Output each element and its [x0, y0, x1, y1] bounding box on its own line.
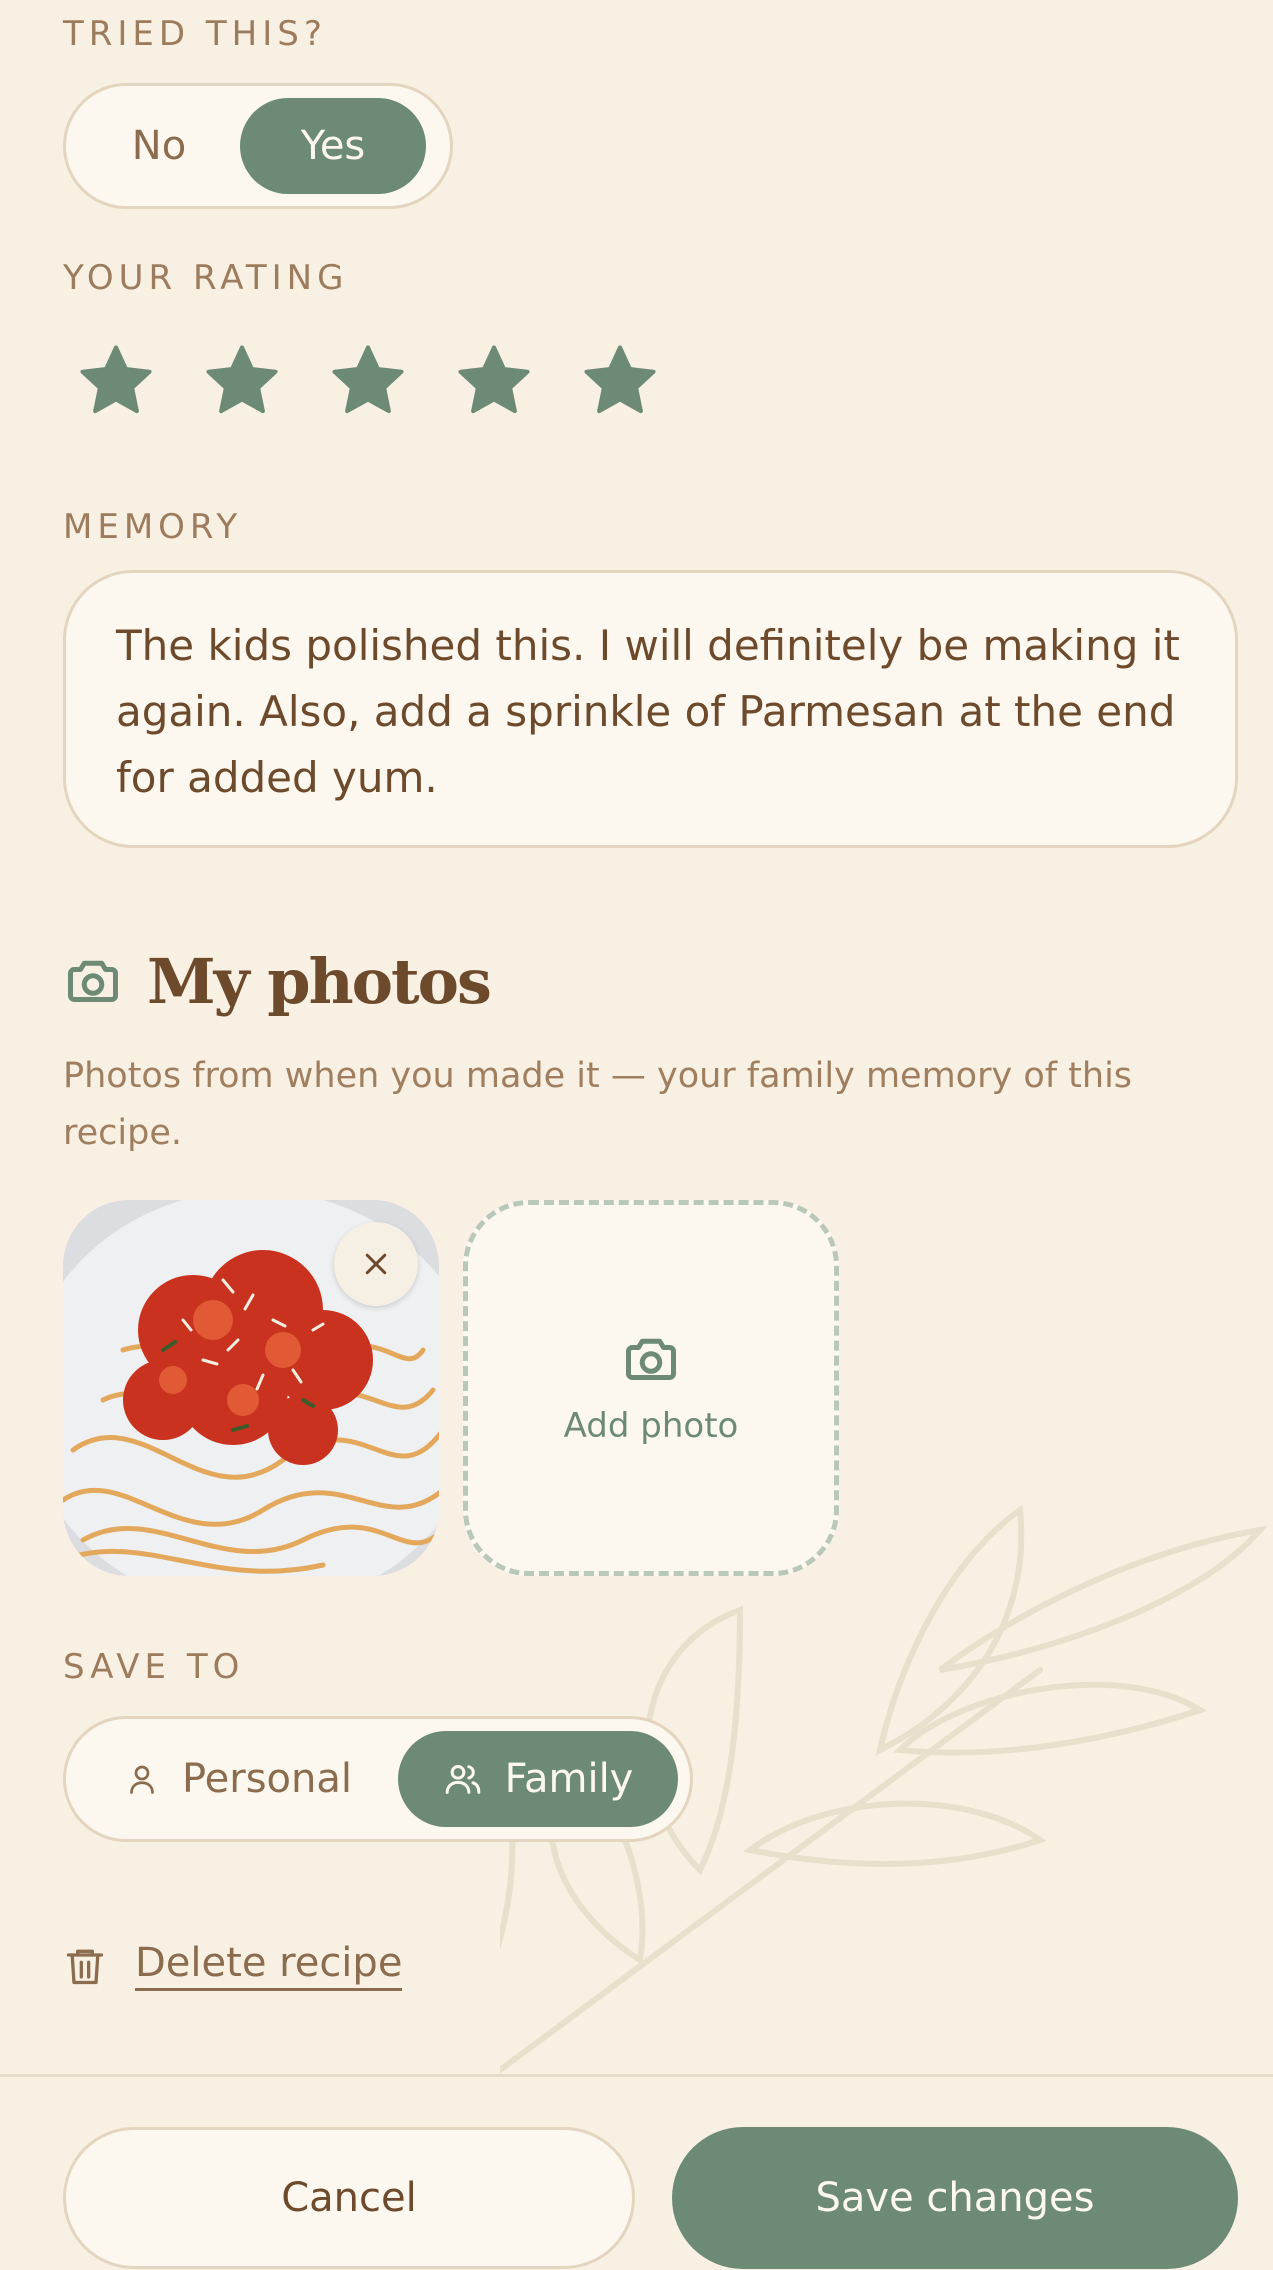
camera-icon — [626, 1338, 676, 1380]
trash-icon — [66, 1949, 104, 1984]
add-photo-button[interactable]: Add photo — [463, 1200, 839, 1576]
tried-label: TRIED THIS? — [63, 14, 327, 54]
save-changes-button[interactable]: Save changes — [672, 2127, 1238, 2269]
add-photo-label: Add photo — [563, 1406, 739, 1446]
rating-label: YOUR RATING — [63, 258, 349, 298]
person-icon — [130, 1765, 154, 1794]
save-to-option-family[interactable]: Family — [398, 1731, 678, 1827]
group-icon — [445, 1765, 480, 1794]
tried-option-no[interactable]: No — [78, 98, 240, 194]
save-to-option-personal[interactable]: Personal — [78, 1731, 398, 1827]
tried-toggle: No Yes — [63, 83, 453, 209]
memory-label: MEMORY — [63, 507, 243, 547]
close-icon — [365, 1253, 387, 1275]
memory-textarea[interactable]: The kids polished this. I will definitel… — [63, 570, 1238, 848]
tried-option-yes[interactable]: Yes — [240, 98, 426, 194]
save-to-family-label: Family — [504, 1756, 634, 1802]
photos-title: My photos — [147, 945, 492, 1018]
star-icon[interactable] — [453, 340, 535, 422]
footer-bar: Cancel Save changes — [0, 2074, 1273, 2270]
star-rating — [75, 340, 661, 422]
star-icon[interactable] — [75, 340, 157, 422]
cancel-button[interactable]: Cancel — [63, 2127, 635, 2269]
remove-photo-button[interactable] — [334, 1222, 418, 1306]
star-icon[interactable] — [201, 340, 283, 422]
photos-description: Photos from when you made it — your fami… — [63, 1056, 1133, 1153]
delete-recipe-link[interactable]: Delete recipe — [63, 1940, 403, 1991]
save-to-label: SAVE TO — [63, 1647, 245, 1687]
delete-recipe-label: Delete recipe — [135, 1940, 403, 1991]
save-to-toggle: Personal Family — [63, 1716, 693, 1842]
photos-heading: My photos — [63, 945, 492, 1018]
star-icon[interactable] — [327, 340, 409, 422]
camera-icon — [68, 960, 118, 1002]
star-icon[interactable] — [579, 340, 661, 422]
save-to-personal-label: Personal — [181, 1756, 353, 1802]
